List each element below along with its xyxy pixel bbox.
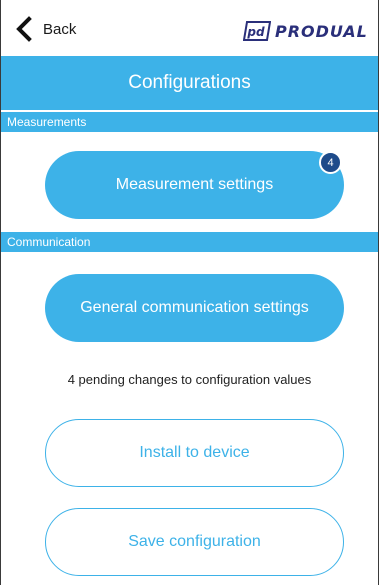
chevron-left-icon xyxy=(16,16,32,42)
back-button[interactable]: Back xyxy=(13,16,76,42)
save-configuration-label: Save configuration xyxy=(128,533,261,550)
general-communication-settings-button[interactable]: General communication settings xyxy=(45,274,344,342)
install-to-device-label: Install to device xyxy=(139,444,250,461)
section-header-measurements: Measurements xyxy=(1,112,378,132)
top-bar: Back pd PRODUAL xyxy=(1,0,378,56)
logo-text: PRODUAL xyxy=(275,21,368,41)
general-communication-settings-label: General communication settings xyxy=(80,299,309,316)
pending-count-badge: 4 xyxy=(319,151,342,174)
page-title: Configurations xyxy=(128,72,251,93)
save-configuration-button[interactable]: Save configuration xyxy=(45,508,344,576)
svg-text:pd: pd xyxy=(246,25,265,39)
pending-changes-text: 4 pending changes to configuration value… xyxy=(67,372,312,387)
measurement-settings-button[interactable]: Measurement settings xyxy=(45,151,344,219)
back-label: Back xyxy=(43,20,77,38)
install-to-device-button[interactable]: Install to device xyxy=(45,419,344,487)
measurement-settings-label: Measurement settings xyxy=(115,176,274,193)
produal-logo-mark: pd xyxy=(243,21,271,41)
produal-logo: pd PRODUAL xyxy=(243,20,368,42)
title-bar: Configurations xyxy=(1,56,378,110)
app-frame: Back pd PRODUAL Configurations Measureme… xyxy=(0,0,379,585)
section-header-communication: Communication xyxy=(1,232,378,252)
